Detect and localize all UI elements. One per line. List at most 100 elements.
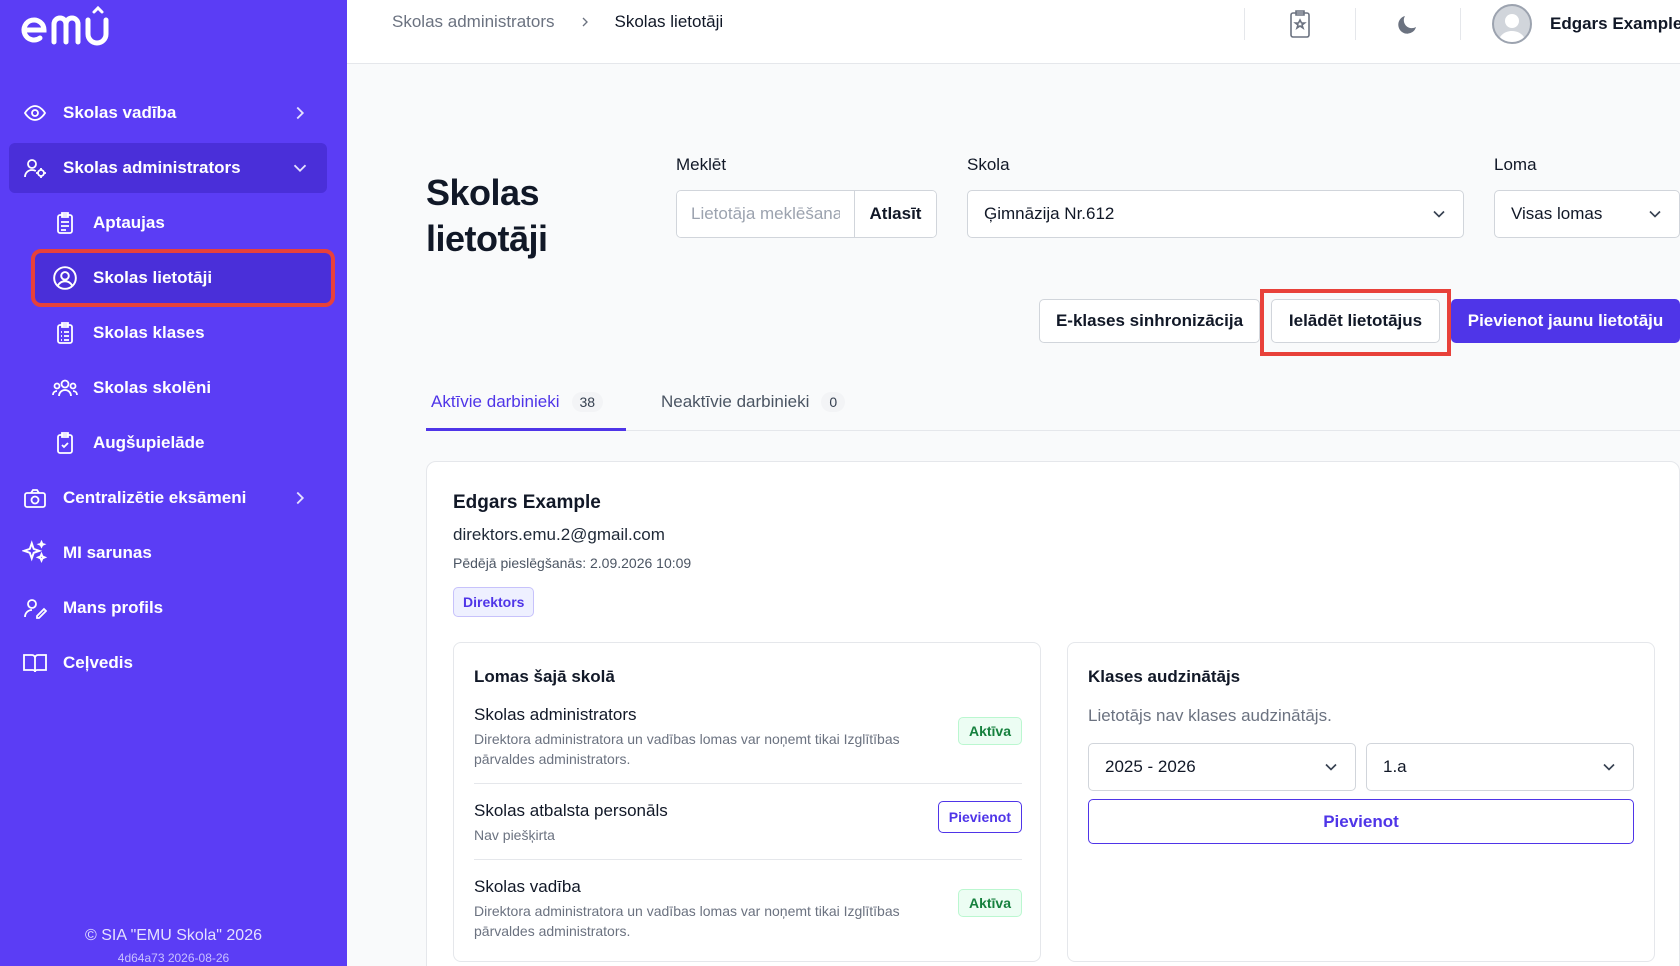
search-button[interactable]: Atlasīt bbox=[854, 191, 936, 237]
sidebar-item-skolas-administrators[interactable]: Skolas administrators bbox=[9, 143, 327, 193]
topbar: Skolas administrators Skolas lietotāji E… bbox=[347, 0, 1680, 64]
tab-label: Aktīvie darbinieki bbox=[431, 392, 560, 411]
sidebar-item-label: Mans profils bbox=[63, 598, 164, 617]
breadcrumb-parent[interactable]: Skolas administrators bbox=[392, 12, 555, 32]
chevron-right-icon bbox=[577, 14, 593, 30]
avatar bbox=[1492, 4, 1532, 44]
user-circle-icon bbox=[51, 264, 79, 292]
clipboard-list-icon bbox=[51, 319, 79, 347]
chevron-down-icon bbox=[1603, 763, 1615, 771]
sidebar-item-mi-sarunas[interactable]: MI sarunas bbox=[9, 528, 327, 578]
tab-count: 0 bbox=[821, 392, 846, 412]
divider bbox=[474, 783, 1022, 784]
sidebar-item-skolas-klases[interactable]: Skolas klases bbox=[39, 308, 327, 358]
sidebar-item-centralizetie-eksameni[interactable]: Centralizētie eksāmeni bbox=[9, 473, 327, 523]
document-badge-icon[interactable] bbox=[1285, 8, 1315, 40]
sidebar-item-label: Augšupielāde bbox=[93, 433, 205, 452]
role-description: Nav piešķirta bbox=[474, 827, 555, 843]
role-badge: Direktors bbox=[453, 587, 535, 617]
sidebar-item-augsupielade[interactable]: Augšupielāde bbox=[39, 418, 327, 468]
sidebar-item-celvedis[interactable]: Ceļvedis bbox=[9, 638, 327, 688]
eklase-sync-button[interactable]: E-klases sinhronizācija bbox=[1039, 299, 1260, 343]
role-title: Skolas vadība bbox=[474, 877, 581, 896]
sidebar-item-label: Skolas klases bbox=[93, 323, 205, 342]
role-row: Skolas vadība Direktora administratora u… bbox=[474, 877, 1022, 941]
eye-icon bbox=[21, 99, 49, 127]
sidebar-item-label: Skolas skolēni bbox=[93, 378, 212, 397]
add-user-button[interactable]: Pievienot jaunu lietotāju bbox=[1451, 299, 1680, 343]
book-open-icon bbox=[21, 649, 49, 677]
role-title: Skolas administrators bbox=[474, 705, 637, 724]
user-card: Edgars Example direktors.emu.2@gmail.com… bbox=[426, 461, 1680, 966]
user-card-email: direktors.emu.2@gmail.com bbox=[453, 525, 665, 544]
sidebar-item-skolas-lietotaji[interactable]: Skolas lietotāji bbox=[31, 249, 335, 307]
user-name: Edgars Example bbox=[1550, 14, 1680, 33]
sidebar-item-label: Ceļvedis bbox=[63, 653, 133, 672]
sidebar-item-skolas-vadiba[interactable]: Skolas vadība bbox=[9, 88, 327, 138]
tabs: Aktīvie darbinieki 38 Neaktīvie darbinie… bbox=[426, 386, 1680, 431]
camera-gear-icon bbox=[21, 484, 49, 512]
sidebar-footer: © SIA "EMU Skola" 2026 4d64a73 2026-08-2… bbox=[0, 927, 347, 965]
user-edit-icon bbox=[21, 594, 49, 622]
chevron-right-icon bbox=[296, 106, 305, 120]
chevron-down-icon bbox=[293, 164, 307, 173]
clipboard-check-icon bbox=[51, 429, 79, 457]
sidebar-item-aptaujas[interactable]: Aptaujas bbox=[39, 198, 327, 248]
sidebar-item-label: Aptaujas bbox=[93, 213, 165, 232]
chevron-down-icon bbox=[1433, 210, 1445, 218]
chevron-down-icon bbox=[1325, 763, 1337, 771]
copyright-text: © SIA "EMU Skola" 2026 bbox=[84, 927, 262, 944]
sidebar-item-label: Skolas lietotāji bbox=[93, 268, 213, 287]
divider bbox=[474, 859, 1022, 860]
topbar-divider bbox=[1244, 8, 1245, 40]
role-select-value: Visas lomas bbox=[1511, 204, 1603, 223]
tab-inactive-staff[interactable]: Neaktīvie darbinieki 0 bbox=[661, 386, 876, 431]
user-card-name: Edgars Example bbox=[453, 492, 601, 513]
users-group-icon bbox=[51, 374, 79, 402]
class-teacher-hint: Lietotājs nav klases audzinātājs. bbox=[1088, 706, 1332, 725]
class-select[interactable]: 1.a bbox=[1366, 743, 1634, 791]
year-select-value: 2025 - 2026 bbox=[1105, 757, 1196, 776]
role-description: Direktora administratora un vadības loma… bbox=[474, 903, 900, 939]
tab-count: 38 bbox=[571, 392, 604, 412]
tab-label: Neaktīvie darbinieki bbox=[661, 392, 810, 411]
role-label: Loma bbox=[1494, 155, 1537, 174]
user-menu[interactable]: Edgars Example bbox=[1492, 4, 1680, 44]
moon-icon[interactable] bbox=[1393, 8, 1423, 40]
sidebar-item-skolas-skoleni[interactable]: Skolas skolēni bbox=[39, 363, 327, 413]
sidebar-nav: Skolas vadība Skolas administrators Apta… bbox=[9, 88, 335, 693]
role-row: Skolas atbalsta personāls Nav piešķirta … bbox=[474, 801, 1022, 845]
load-users-button[interactable]: Ielādēt lietotājus bbox=[1271, 299, 1440, 343]
status-badge: Aktīva bbox=[957, 717, 1022, 745]
topbar-divider bbox=[1460, 8, 1461, 40]
search-group: Atlasīt bbox=[676, 190, 937, 238]
sidebar-item-mans-profils[interactable]: Mans profils bbox=[9, 583, 327, 633]
sidebar-item-label: Skolas vadība bbox=[63, 103, 177, 122]
class-teacher-title: Klases audzinātājs bbox=[1088, 667, 1241, 686]
page-title: Skolas lietotāji bbox=[426, 172, 548, 259]
class-select-value: 1.a bbox=[1383, 757, 1407, 776]
sidebar: Skolas vadība Skolas administrators Apta… bbox=[0, 0, 347, 966]
sidebar-item-label: MI sarunas bbox=[63, 543, 152, 562]
emu-logo[interactable] bbox=[18, 4, 118, 48]
add-role-button[interactable]: Pievienot bbox=[937, 801, 1022, 833]
sidebar-item-label: Skolas administrators bbox=[63, 158, 241, 177]
search-input[interactable] bbox=[677, 191, 854, 237]
add-class-teacher-button[interactable]: Pievienot bbox=[1088, 799, 1634, 844]
sidebar-submenu: Aptaujas Skolas lietotāji Skolas klases … bbox=[9, 198, 335, 468]
topbar-divider bbox=[1355, 8, 1356, 40]
role-select[interactable]: Visas lomas bbox=[1494, 190, 1680, 238]
clipboard-icon bbox=[51, 209, 79, 237]
user-card-last-login: Pēdējā pieslēgšanās: 2.09.2026 10:09 bbox=[453, 555, 692, 571]
tab-active-staff[interactable]: Aktīvie darbinieki 38 bbox=[426, 386, 626, 431]
breadcrumb-current: Skolas lietotāji bbox=[614, 12, 724, 31]
version-text: 4d64a73 2026-08-26 bbox=[117, 951, 230, 965]
chevron-right-icon bbox=[296, 491, 305, 505]
year-select[interactable]: 2025 - 2026 bbox=[1088, 743, 1356, 791]
roles-panel-title: Lomas šajā skolā bbox=[474, 667, 615, 686]
school-select[interactable]: Ģimnāzija Nr.612 bbox=[967, 190, 1464, 238]
users-cog-icon bbox=[21, 154, 49, 182]
role-description: Direktora administratora un vadības loma… bbox=[474, 731, 900, 767]
role-row: Skolas administrators Direktora administ… bbox=[474, 705, 1022, 769]
chevron-down-icon bbox=[1649, 210, 1661, 218]
